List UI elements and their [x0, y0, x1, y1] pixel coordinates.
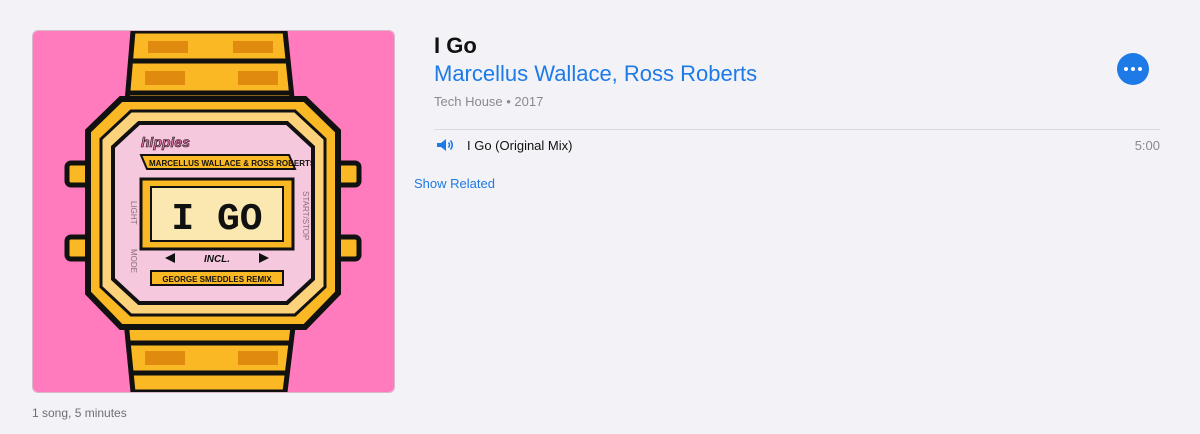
artwork-credit: MARCELLUS WALLACE & ROSS ROBERTS — [149, 159, 316, 168]
artwork-screen-text: I GO — [171, 198, 262, 241]
artwork-label-start-stop: START/STOP — [301, 191, 310, 240]
artwork-label-light: LIGHT — [129, 201, 138, 225]
show-related-link[interactable]: Show Related — [414, 176, 495, 191]
speaker-icon — [437, 139, 453, 151]
artwork-label-mode: MODE — [129, 249, 138, 273]
track-title: I Go (Original Mix) — [467, 137, 573, 153]
artwork-incl: INCL. — [204, 254, 230, 265]
album-summary: 1 song, 5 minutes — [32, 406, 127, 420]
track-duration: 5:00 — [1134, 137, 1160, 153]
album-meta: Tech House • 2017 — [434, 94, 544, 109]
album-artwork[interactable]: hippies MARCELLUS WALLACE & ROSS ROBERTS… — [32, 30, 395, 393]
album-info: I Go Marcellus Wallace, Ross Roberts Tec… — [434, 33, 1160, 109]
more-options-button[interactable] — [1117, 53, 1149, 85]
album-title: I Go — [434, 33, 477, 58]
track-row[interactable]: I Go (Original Mix) 5:00 — [434, 130, 1160, 160]
watch-illustration: hippies MARCELLUS WALLACE & ROSS ROBERTS… — [33, 31, 394, 392]
artwork-remix: GEORGE SMEDDLES REMIX — [162, 275, 272, 284]
album-artist-link[interactable]: Marcellus Wallace, Ross Roberts — [434, 60, 1160, 88]
ellipsis-icon — [1124, 67, 1128, 71]
artwork-brand: hippies — [141, 134, 190, 150]
